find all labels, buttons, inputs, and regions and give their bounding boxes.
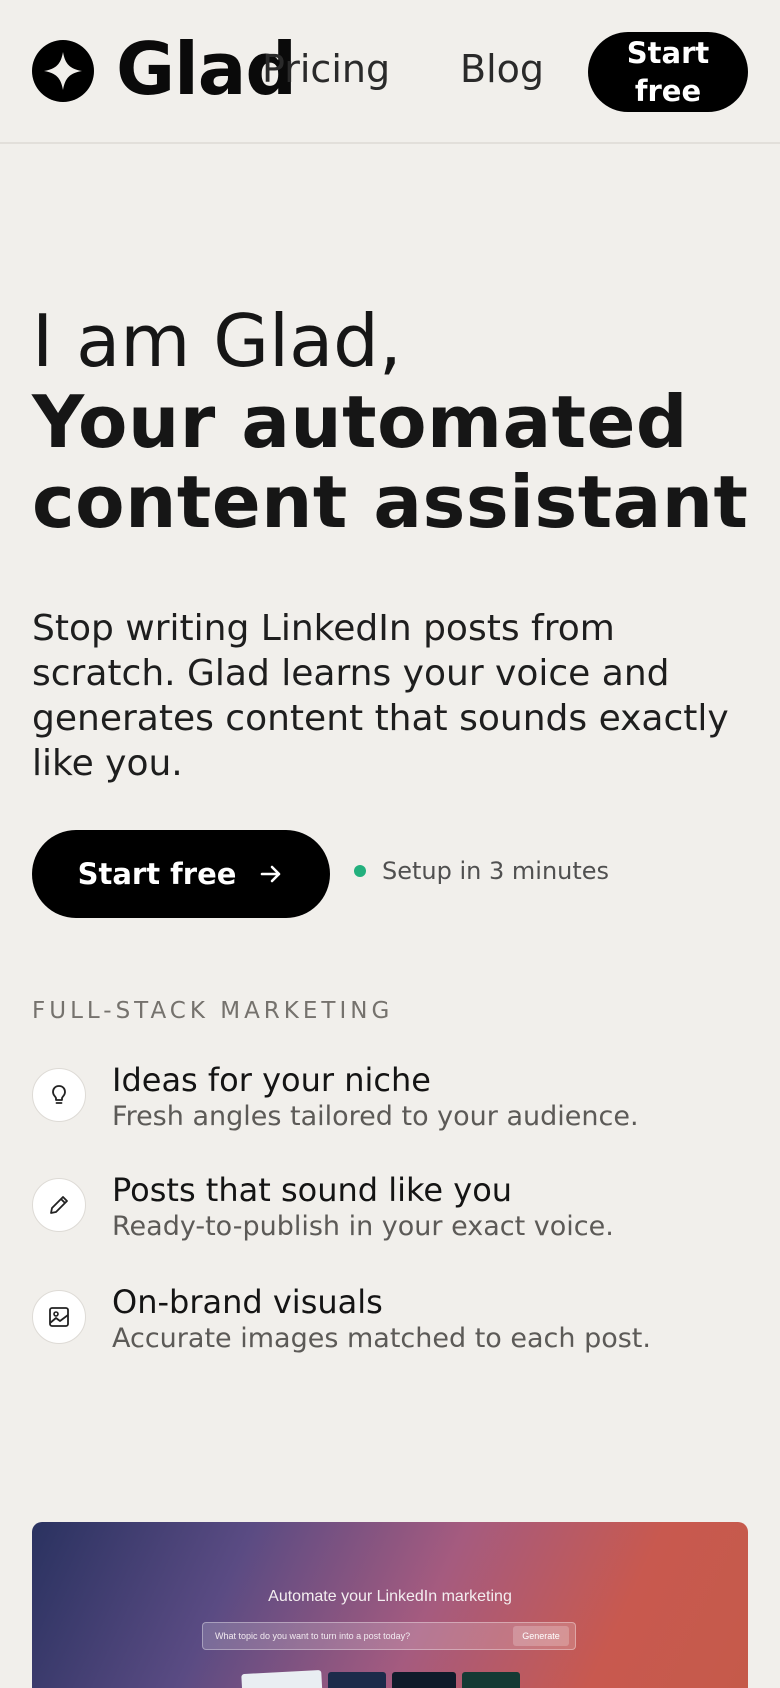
hero-title: I am Glad, Your automated content assist…	[32, 300, 772, 542]
preview-post-card	[392, 1672, 456, 1688]
preview-generate-button: Generate	[513, 1626, 569, 1646]
preview-input-placeholder: What topic do you want to turn into a po…	[215, 1631, 411, 1641]
feature-desc: Ready-to-publish in your exact voice.	[112, 1211, 614, 1242]
image-icon	[32, 1290, 86, 1344]
hero-title-line2: Your automated content assistant	[32, 380, 749, 544]
feature-item-visuals: On-brand visuals Accurate images matched…	[32, 1282, 752, 1362]
nav-blog-link[interactable]: Blog	[460, 44, 544, 94]
features-eyebrow: FULL-STACK MARKETING	[32, 998, 394, 1024]
preview-post-card	[241, 1669, 323, 1688]
feature-item-posts: Posts that sound like you Ready-to-publi…	[32, 1170, 752, 1250]
header-start-free-button[interactable]: Start free	[588, 32, 748, 112]
feature-title: On-brand visuals	[112, 1283, 383, 1321]
pencil-icon	[32, 1178, 86, 1232]
setup-note-text: Setup in 3 minutes	[382, 857, 610, 885]
hero-subtitle: Stop writing LinkedIn posts from scratch…	[32, 608, 729, 784]
hero-start-free-button[interactable]: Start free	[32, 830, 330, 918]
lightbulb-icon	[32, 1068, 86, 1122]
feature-desc: Accurate images matched to each post.	[112, 1323, 651, 1354]
preview-post-card	[462, 1672, 520, 1688]
hero-title-line1: I am Glad,	[32, 299, 402, 383]
feature-item-ideas: Ideas for your niche Fresh angles tailor…	[32, 1060, 752, 1140]
glad-logo-icon[interactable]	[32, 40, 94, 102]
preview-post-card	[328, 1672, 386, 1688]
preview-topic-input: What topic do you want to turn into a po…	[202, 1622, 576, 1650]
status-dot-icon	[354, 865, 366, 877]
feature-desc: Fresh angles tailored to your audience.	[112, 1101, 639, 1132]
arrow-right-icon	[261, 865, 281, 883]
feature-title: Posts that sound like you	[112, 1171, 513, 1209]
hero-start-free-label: Start free	[77, 857, 237, 891]
feature-title: Ideas for your niche	[112, 1061, 431, 1099]
site-header: Glad Pricing Blog Start free	[0, 0, 780, 144]
nav-pricing-link[interactable]: Pricing	[262, 44, 390, 94]
setup-note: Setup in 3 minutes	[354, 857, 609, 885]
preview-title: Automate your LinkedIn marketing	[268, 1588, 512, 1605]
product-preview-image: Automate your LinkedIn marketing What to…	[32, 1522, 748, 1688]
